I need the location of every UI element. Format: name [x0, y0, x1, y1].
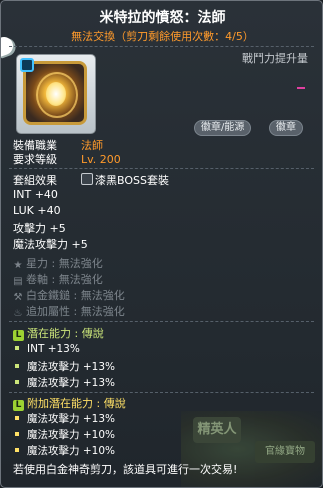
emblem-core	[46, 82, 66, 106]
potential-grade: 傳說	[81, 327, 104, 340]
set-effect-label: 套組效果	[13, 174, 57, 187]
additional-potential-line-text: 魔法攻擊力 +10%	[27, 429, 115, 441]
enhance-label: 卷軸	[26, 273, 48, 286]
req-level-row: 要求等級 Lv. 200	[13, 151, 121, 167]
divider	[9, 46, 314, 47]
stat-row: 魔法攻擊力 +5	[13, 236, 88, 252]
bullet-icon	[15, 364, 19, 368]
additional-potential-title: 附加潛在能力	[27, 397, 93, 410]
stat-row: INT +40	[13, 188, 58, 201]
bullet-icon	[15, 448, 19, 452]
potential-line-text: INT +13%	[27, 343, 80, 355]
enhance-value: 無法強化	[58, 257, 103, 270]
stat-name: 攻擊力	[13, 222, 46, 235]
legendary-badge-icon: L	[13, 330, 24, 341]
divider	[9, 392, 314, 393]
enhance-value: 無法強化	[80, 305, 125, 318]
req-level-label: 要求等級	[13, 153, 57, 166]
enhance-value: 無法強化	[58, 273, 103, 286]
additional-potential-line-text: 魔法攻擊力 +13%	[27, 413, 115, 425]
stat-name: LUK	[13, 204, 34, 217]
set-effect-value: 漆黑BOSS套裝	[95, 174, 169, 187]
item-title: 米特拉的憤怒：法師	[99, 10, 226, 26]
additional-potential-line: 魔法攻擊力 +10%	[15, 427, 115, 442]
tag-emblem-power: 徽章/能源	[194, 120, 252, 136]
enhance-row: ⚒ 白金鐵鎚 : 無法強化	[13, 289, 125, 303]
item-icon-frame	[16, 54, 96, 134]
background-sign-text: 官緣寶物	[255, 441, 315, 463]
enhance-row: ♨ 追加屬性 : 無法強化	[13, 305, 125, 319]
legendary-badge-icon: L	[13, 400, 24, 411]
stat-name: INT	[13, 188, 32, 201]
item-tooltip: 精英人 官緣寶物 米特拉的憤怒：法師 無法交換（剪刀剩餘使用次數：4/5） 戰鬥…	[0, 0, 323, 488]
cube-icon	[20, 58, 34, 72]
tag-emblem: 徽章	[269, 120, 303, 136]
stat-name: 魔法攻擊力	[13, 238, 68, 251]
potential-title: 潛在能力	[27, 327, 71, 340]
additional-potential-grade: 傳說	[103, 397, 126, 410]
set-icon	[81, 173, 93, 185]
potential-line: 魔法攻擊力 +13%	[15, 375, 115, 390]
power-change-marker	[297, 87, 305, 89]
potential-line-text: 魔法攻擊力 +13%	[27, 377, 115, 389]
flame-icon: ♨	[13, 308, 23, 319]
additional-potential-line: 魔法攻擊力 +13%	[15, 411, 115, 426]
enhance-row: ★ 星力 : 無法強化	[13, 257, 103, 271]
enhance-value: 無法強化	[80, 289, 125, 302]
stat-row: 攻擊力 +5	[13, 220, 66, 236]
enhance-label: 追加屬性	[26, 305, 70, 318]
additional-potential-line-text: 魔法攻擊力 +10%	[27, 445, 115, 457]
enhance-row: ▤ 卷軸 : 無法強化	[13, 273, 103, 287]
divider	[9, 321, 314, 322]
bullet-icon	[15, 432, 19, 436]
req-level-value: Lv. 200	[81, 153, 121, 166]
stat-value: +5	[49, 222, 66, 235]
potential-line: INT +13%	[15, 343, 80, 355]
potential-line-text: 魔法攻擊力 +13%	[27, 361, 115, 373]
additional-potential-header: L 附加潛在能力 : 傳說	[13, 395, 126, 411]
stat-value: +40	[37, 204, 61, 217]
potential-header: L 潛在能力 : 傳說	[13, 325, 104, 341]
trade-hint: 若使用白金神奇剪刀，該道具可進行一次交易!	[13, 463, 238, 476]
bullet-icon	[15, 380, 19, 384]
scroll-icon: ▤	[13, 276, 23, 287]
divider	[9, 168, 314, 169]
star-icon: ★	[13, 260, 23, 271]
enhance-label: 白金鐵鎚	[26, 289, 70, 302]
hammer-icon: ⚒	[13, 292, 23, 303]
bullet-icon	[15, 416, 19, 420]
bullet-icon	[15, 346, 19, 350]
background-npc-text: 精英人	[193, 417, 241, 443]
set-effect-row: 套組效果 漆黑BOSS套裝	[13, 172, 169, 188]
trade-status: 無法交換（剪刀剩餘使用次數：4/5）	[71, 30, 254, 43]
enhance-label: 星力	[26, 257, 48, 270]
power-increase-label: 戰鬥力提升量	[242, 52, 308, 65]
stat-row: LUK +40	[13, 204, 61, 217]
stat-value: +5	[71, 238, 88, 251]
additional-potential-line: 魔法攻擊力 +10%	[15, 443, 115, 458]
stat-value: +40	[34, 188, 58, 201]
potential-line: 魔法攻擊力 +13%	[15, 359, 115, 374]
